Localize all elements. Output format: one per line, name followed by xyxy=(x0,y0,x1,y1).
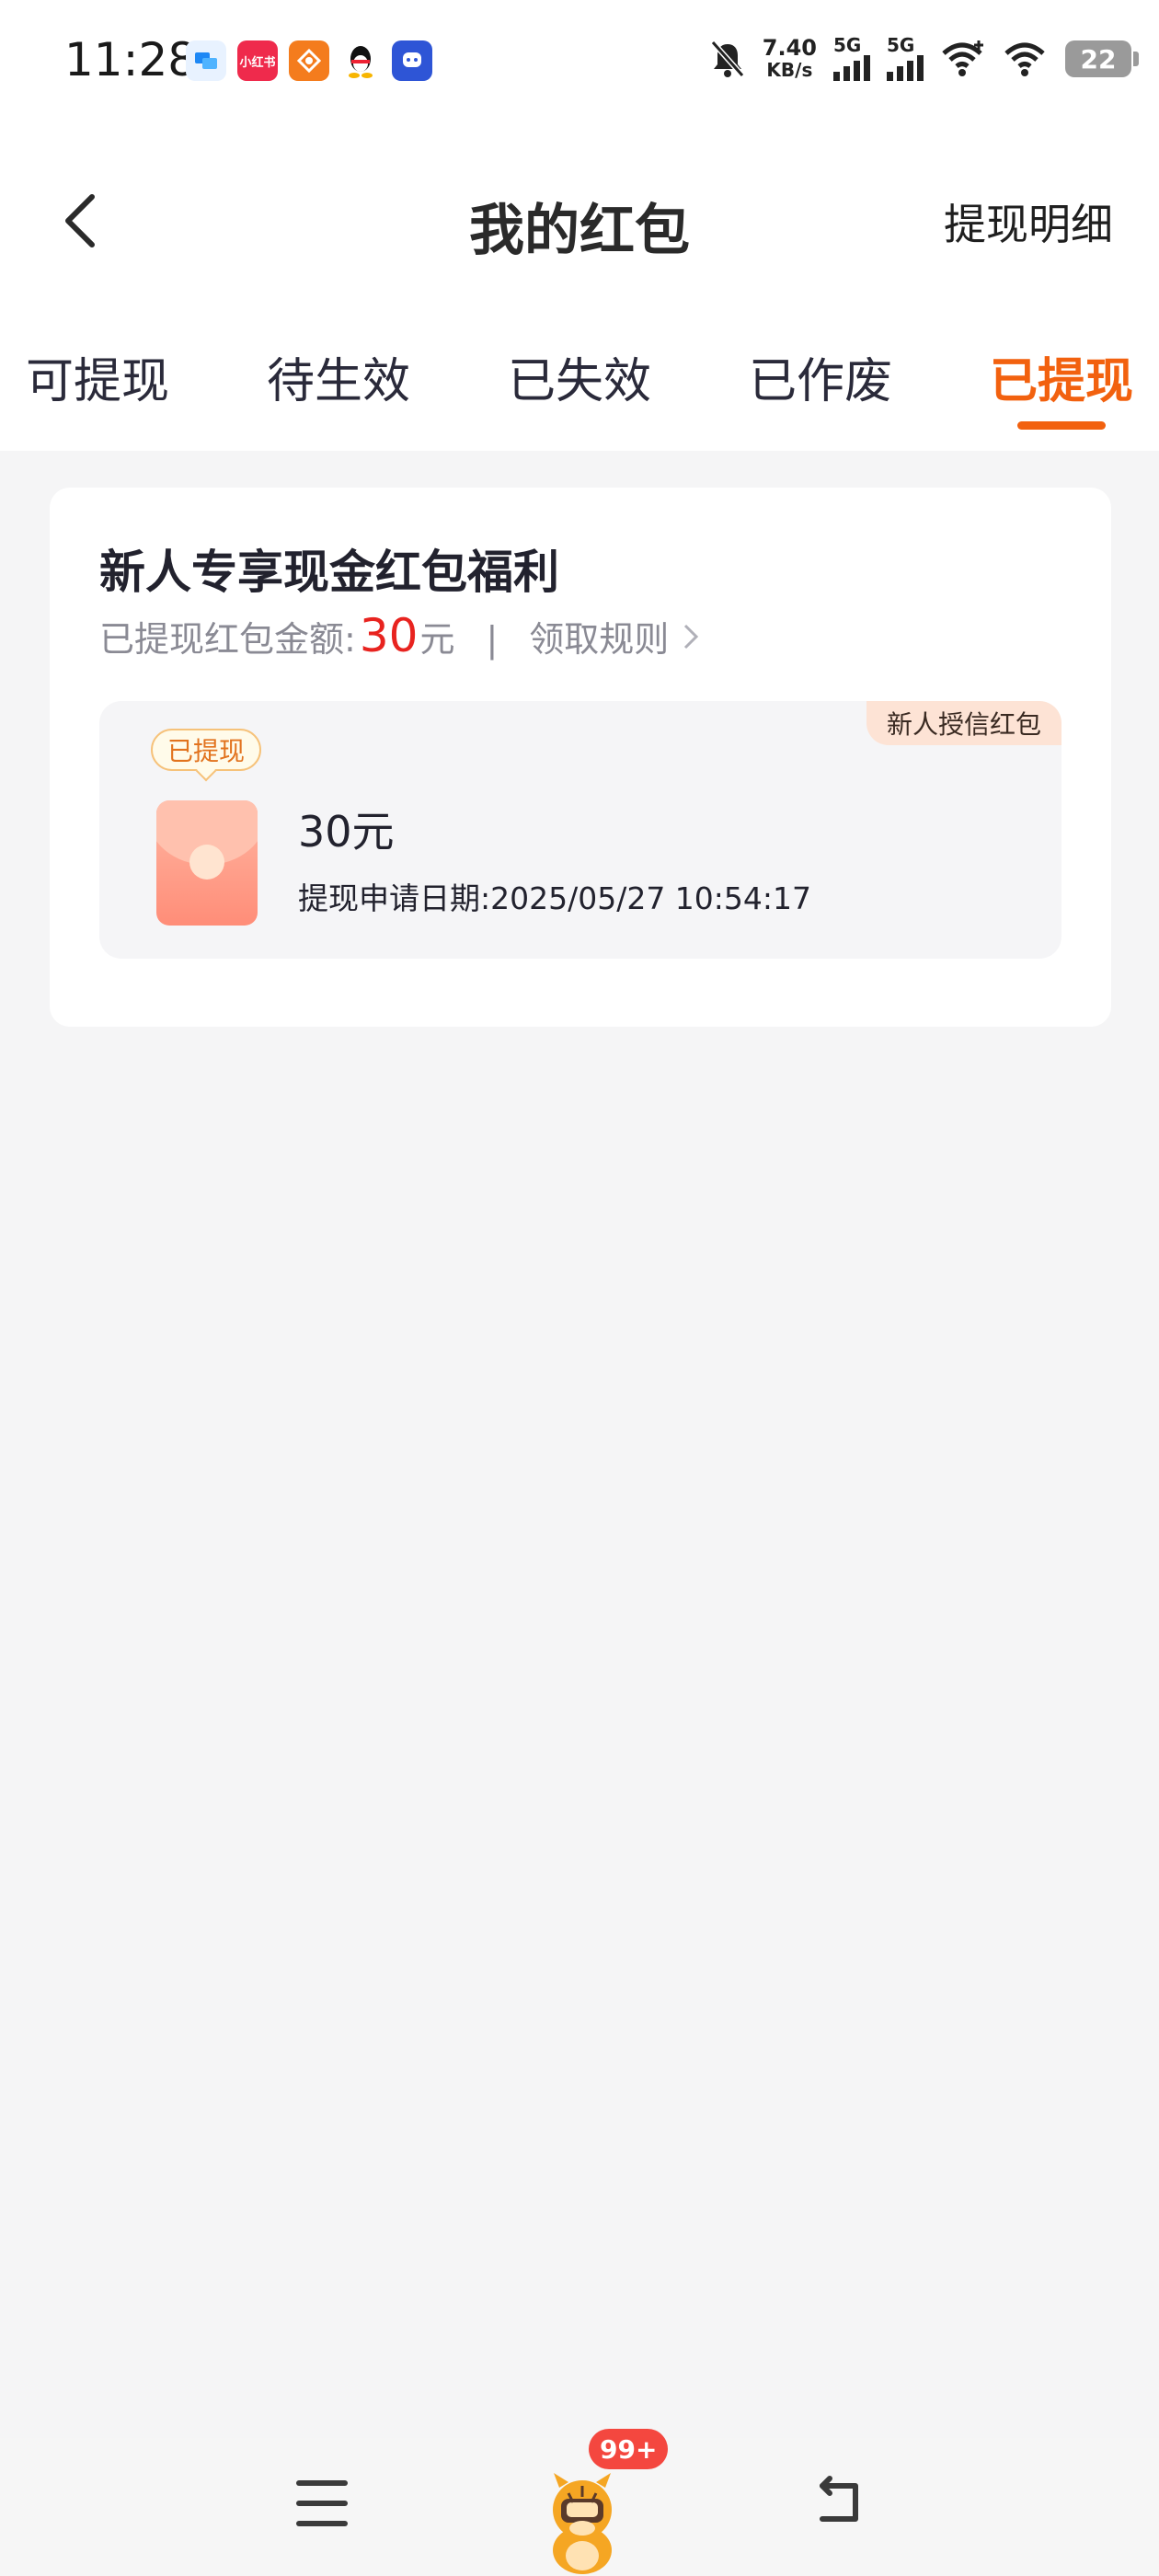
signal-bars-icon xyxy=(887,53,924,81)
red-envelope-icon xyxy=(156,800,258,926)
signal-bars-icon xyxy=(833,53,870,81)
wifi-icon xyxy=(1004,42,1045,76)
red-packet-item[interactable]: 新人授信红包 已提现 30元 提现申请日期:2025/05/27 10:54:1… xyxy=(99,701,1061,959)
menu-button[interactable] xyxy=(296,2480,348,2526)
summary-label: 已提现红包金额: xyxy=(99,619,356,660)
tab-withdrawn[interactable]: 已提现 xyxy=(990,304,1133,451)
tab-active-indicator xyxy=(1016,421,1106,430)
status-badge: 已提现 xyxy=(151,729,262,771)
notification-icons: 小红书 xyxy=(186,40,432,81)
return-icon[interactable] xyxy=(809,2473,868,2532)
tab-label: 已作废 xyxy=(748,354,892,409)
wifi-plus-icon xyxy=(942,40,983,76)
header: 我的红包 提现明细 xyxy=(0,129,1159,304)
tab-withdrawable[interactable]: 可提现 xyxy=(26,304,169,451)
tab-voided[interactable]: 已作废 xyxy=(749,304,892,451)
status-right: 7.40 KB/s 5G 5G 22 xyxy=(709,34,1139,81)
notification-count-badge: 99+ xyxy=(589,2429,669,2469)
card-summary: 已提现红包金额: 30 元 | 领取规则 xyxy=(99,609,700,662)
orange-app-icon xyxy=(289,40,329,81)
bottom-nav xyxy=(0,2438,1159,2576)
tab-label: 已失效 xyxy=(507,354,651,409)
battery-level: 22 xyxy=(1080,43,1117,75)
tab-label: 可提现 xyxy=(26,354,170,409)
tiger-mascot-icon[interactable] xyxy=(532,2466,633,2576)
xiaohongshu-icon-label: 小红书 xyxy=(239,55,276,70)
red-packet-card: 新人专享现金红包福利 已提现红包金额: 30 元 | 领取规则 新人授信红包 已… xyxy=(50,488,1111,1027)
qq-icon xyxy=(340,40,381,81)
status-time: 11:28 xyxy=(64,33,198,86)
signal-sim2: 5G xyxy=(887,34,924,81)
summary-divider: | xyxy=(486,619,499,660)
rules-link[interactable]: 领取规则 xyxy=(529,611,669,661)
tab-bar: 可提现 待生效 已失效 已作废 已提现 xyxy=(0,304,1159,451)
blue-app-icon xyxy=(392,40,432,81)
net-speed-value: 7.40 xyxy=(762,35,817,61)
card-title: 新人专享现金红包福利 xyxy=(99,546,559,599)
signal-sim1: 5G xyxy=(833,34,870,81)
xiaohongshu-icon: 小红书 xyxy=(237,40,278,81)
mute-bell-icon xyxy=(710,40,745,77)
chevron-right-icon xyxy=(682,622,700,660)
net-speed-unit: KB/s xyxy=(766,59,813,81)
sim2-label: 5G xyxy=(887,34,915,56)
summary-amount: 30 xyxy=(359,609,419,662)
summary-unit: 元 xyxy=(419,619,455,660)
status-bar: 11:28 小红书 7.40 KB/s 5G 5G 22 xyxy=(0,0,1159,129)
item-date: 提现申请日期:2025/05/27 10:54:17 xyxy=(298,880,812,916)
sim1-label: 5G xyxy=(833,34,862,56)
battery-icon: 22 xyxy=(1065,40,1139,77)
withdraw-detail-link[interactable]: 提现明细 xyxy=(944,191,1113,252)
chat-app-icon xyxy=(186,40,226,81)
tab-label: 待生效 xyxy=(266,354,410,409)
net-speed: 7.40 KB/s xyxy=(763,37,817,81)
tab-label: 已提现 xyxy=(989,354,1133,409)
tab-pending[interactable]: 待生效 xyxy=(267,304,410,451)
item-type-tag: 新人授信红包 xyxy=(866,701,1061,745)
tab-expired[interactable]: 已失效 xyxy=(508,304,651,451)
item-amount: 30元 xyxy=(298,807,395,857)
